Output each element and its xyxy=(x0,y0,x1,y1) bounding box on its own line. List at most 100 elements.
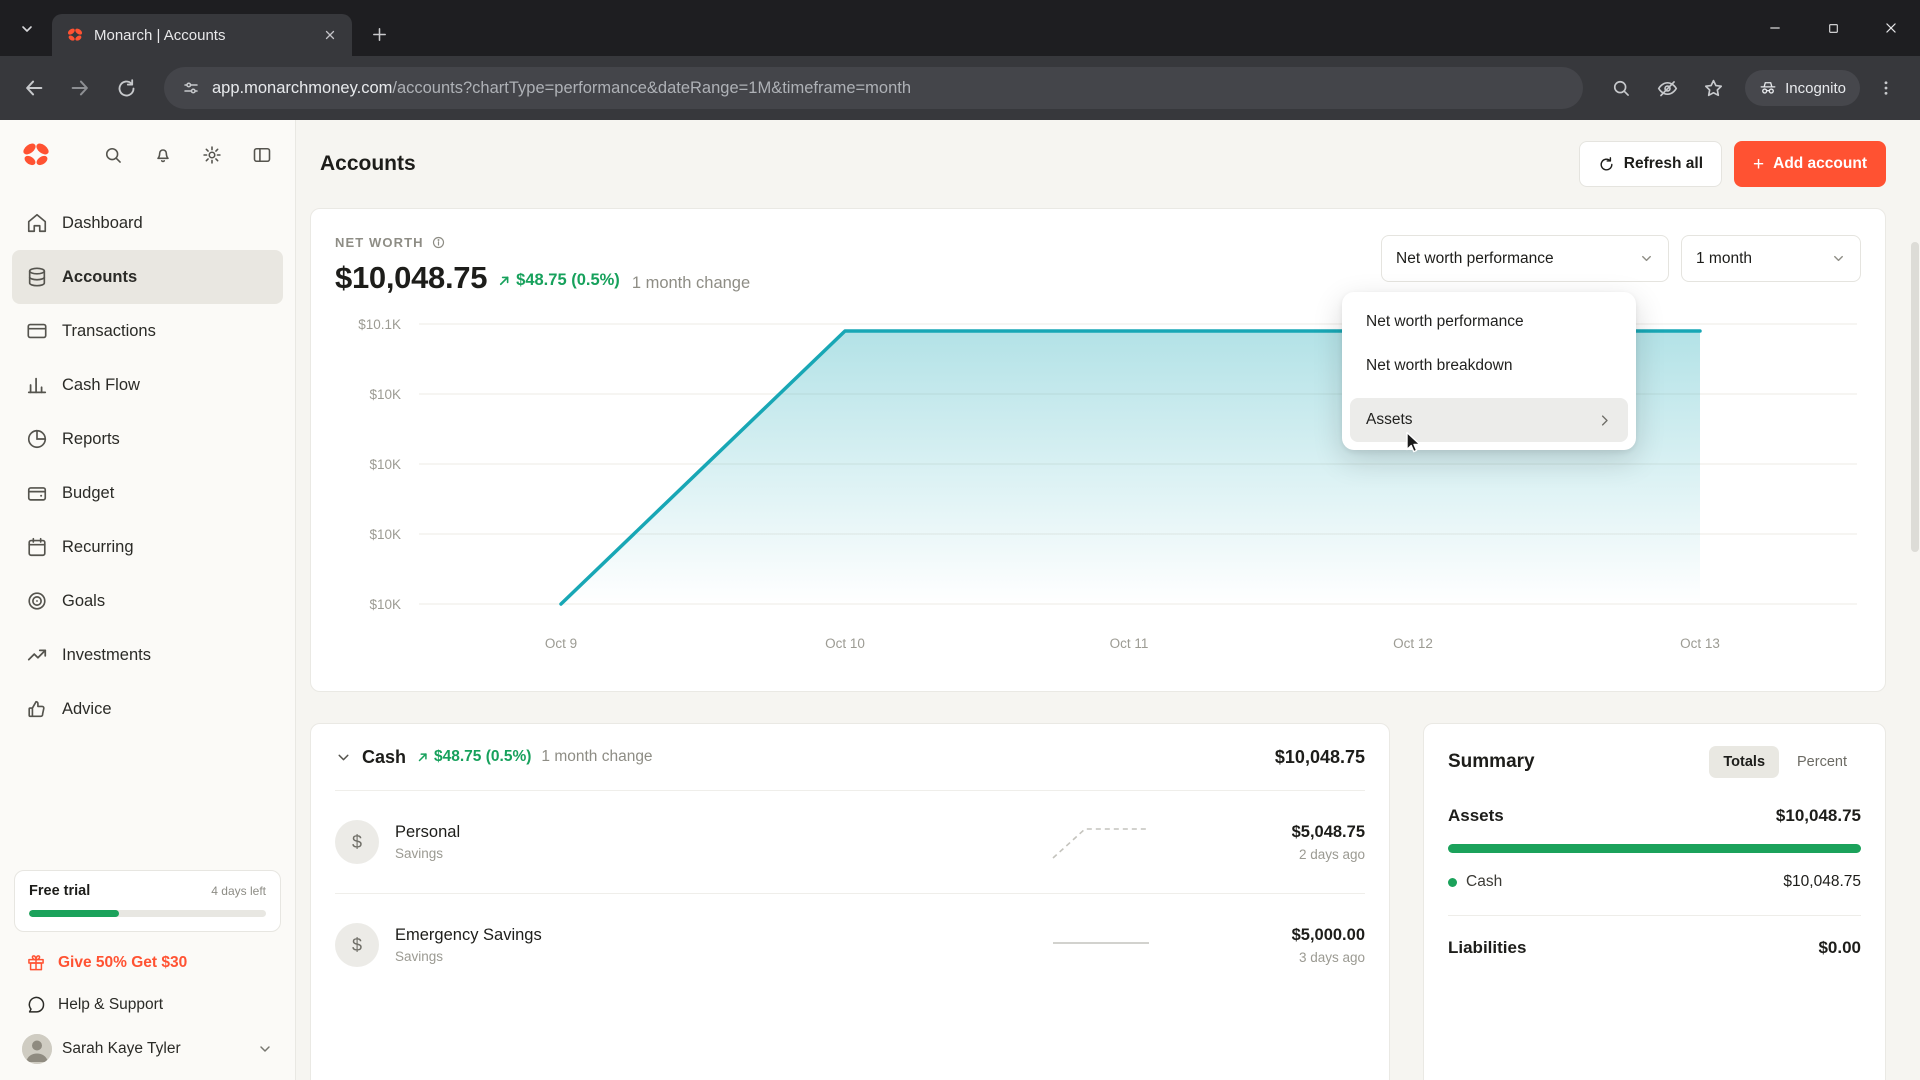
nav-label: Goals xyxy=(62,591,106,610)
avatar xyxy=(22,1034,52,1064)
gift-icon xyxy=(26,953,46,973)
menu-item-net-worth-breakdown[interactable]: Net worth breakdown xyxy=(1350,344,1628,388)
cash-change-period: 1 month change xyxy=(541,748,653,765)
minimize-icon[interactable] xyxy=(1746,0,1804,56)
zoom-icon[interactable] xyxy=(1601,68,1641,108)
info-icon[interactable] xyxy=(431,235,446,250)
search-icon[interactable] xyxy=(100,140,126,170)
nav-label: Recurring xyxy=(62,537,134,556)
tab-search-chevron-icon[interactable] xyxy=(12,14,42,44)
dollar-icon: $ xyxy=(335,820,379,864)
summary-cash-label: Cash xyxy=(1466,873,1503,890)
sidebar-item-cash-flow[interactable]: Cash Flow xyxy=(12,358,283,412)
account-type: Savings xyxy=(395,846,444,861)
svg-text:Oct 9: Oct 9 xyxy=(545,636,577,651)
notifications-bell-icon[interactable] xyxy=(150,140,176,170)
eye-off-icon[interactable] xyxy=(1647,68,1687,108)
svg-text:Oct 10: Oct 10 xyxy=(825,636,865,651)
monarch-logo[interactable] xyxy=(20,139,52,171)
url-bar[interactable]: app.monarchmoney.com/accounts?chartType=… xyxy=(164,67,1584,109)
browser-tab[interactable]: Monarch | Accounts xyxy=(52,14,352,56)
settings-gear-icon[interactable] xyxy=(200,140,226,170)
sidebar-item-goals[interactable]: Goals xyxy=(12,574,283,628)
chart-type-select[interactable]: Net worth performance xyxy=(1381,235,1669,282)
nav-label: Transactions xyxy=(62,321,156,340)
collapse-chevron-icon[interactable] xyxy=(335,749,352,766)
nav-label: Dashboard xyxy=(62,213,143,232)
incognito-badge[interactable]: Incognito xyxy=(1745,70,1860,106)
sidebar-item-budget[interactable]: Budget xyxy=(12,466,283,520)
menu-item-assets[interactable]: Assets xyxy=(1350,398,1628,442)
reload-icon[interactable] xyxy=(106,68,146,108)
user-name: Sarah Kaye Tyler xyxy=(62,1040,181,1057)
sidebar-item-accounts[interactable]: Accounts xyxy=(12,250,283,304)
add-account-button[interactable]: + Add account xyxy=(1734,141,1886,187)
summary-cash-row[interactable]: Cash $10,048.75 xyxy=(1448,873,1861,891)
help-support-link[interactable]: Help & Support xyxy=(12,984,283,1026)
bookmark-star-icon[interactable] xyxy=(1693,68,1733,108)
forward-icon[interactable] xyxy=(60,68,100,108)
target-icon xyxy=(26,590,48,612)
sidebar-item-reports[interactable]: Reports xyxy=(12,412,283,466)
incognito-icon xyxy=(1759,79,1777,97)
summary-toggle: Totals Percent xyxy=(1709,746,1861,778)
toggle-totals[interactable]: Totals xyxy=(1709,746,1780,778)
trend-up-icon xyxy=(418,753,427,762)
account-row-emergency-savings[interactable]: $ Emergency Savings Savings $5,000.00 3 … xyxy=(335,893,1365,996)
cash-section-title[interactable]: Cash xyxy=(362,747,406,768)
sidebar: Dashboard Accounts Transactions Cash Flo… xyxy=(0,120,296,1080)
sidebar-toggle-icon[interactable] xyxy=(249,140,275,170)
sidebar-item-recurring[interactable]: Recurring xyxy=(12,520,283,574)
user-chevron-down-icon xyxy=(257,1041,273,1057)
account-updated: 2 days ago xyxy=(1298,846,1365,862)
trend-up-icon xyxy=(500,276,509,286)
add-account-label: Add account xyxy=(1773,155,1867,172)
scrollbar-thumb[interactable] xyxy=(1911,242,1919,552)
sidebar-item-transactions[interactable]: Transactions xyxy=(12,304,283,358)
chart-type-value: Net worth performance xyxy=(1396,249,1554,267)
liabilities-value: $0.00 xyxy=(1818,938,1861,957)
home-icon xyxy=(26,212,48,234)
nav-label: Budget xyxy=(62,483,115,502)
svg-text:$10.1K: $10.1K xyxy=(358,317,401,332)
sidebar-item-dashboard[interactable]: Dashboard xyxy=(12,196,283,250)
menu-item-net-worth-performance[interactable]: Net worth performance xyxy=(1350,300,1628,344)
close-window-icon[interactable] xyxy=(1862,0,1920,56)
summary-card: Summary Totals Percent Assets $10,048.75… xyxy=(1423,723,1886,1080)
help-label: Help & Support xyxy=(58,996,164,1013)
chevron-down-icon xyxy=(1639,251,1654,266)
account-row-personal[interactable]: $ Personal Savings $5,048.75 2 days ago xyxy=(335,790,1365,893)
monarch-favicon xyxy=(66,26,84,44)
svg-text:Oct 12: Oct 12 xyxy=(1393,636,1433,651)
site-info-icon[interactable] xyxy=(182,79,200,97)
wallet-icon xyxy=(26,482,48,504)
referral-link[interactable]: Give 50% Get $30 xyxy=(12,942,283,984)
chart-type-dropdown-menu: Net worth performance Net worth breakdow… xyxy=(1342,292,1636,453)
svg-text:$10K: $10K xyxy=(369,527,401,542)
mouse-cursor xyxy=(1400,430,1424,454)
free-trial-banner[interactable]: Free trial 4 days left xyxy=(14,870,281,932)
tab-close-icon[interactable] xyxy=(318,23,342,47)
bar-chart-icon xyxy=(26,374,48,396)
pie-chart-icon xyxy=(26,428,48,450)
sidebar-item-advice[interactable]: Advice xyxy=(12,682,283,736)
page-title: Accounts xyxy=(320,152,416,175)
toggle-percent[interactable]: Percent xyxy=(1783,746,1861,778)
page-scrollbar xyxy=(1911,242,1919,1080)
chat-icon xyxy=(26,995,46,1015)
timeframe-select[interactable]: 1 month xyxy=(1681,235,1861,282)
plus-icon: + xyxy=(1753,153,1765,175)
user-menu[interactable]: Sarah Kaye Tyler xyxy=(12,1026,283,1066)
new-tab-icon[interactable] xyxy=(362,17,396,51)
trial-days-left: 4 days left xyxy=(211,884,266,898)
nav-label: Advice xyxy=(62,699,112,718)
maximize-icon[interactable] xyxy=(1804,0,1862,56)
sidebar-item-investments[interactable]: Investments xyxy=(12,628,283,682)
card-icon xyxy=(26,320,48,342)
cash-total: $10,048.75 xyxy=(1274,746,1365,767)
account-name: Emergency Savings xyxy=(395,926,542,944)
net-worth-label: NET WORTH xyxy=(335,235,424,250)
browser-menu-icon[interactable] xyxy=(1866,68,1906,108)
refresh-all-button[interactable]: Refresh all xyxy=(1578,141,1723,187)
back-icon[interactable] xyxy=(14,68,54,108)
